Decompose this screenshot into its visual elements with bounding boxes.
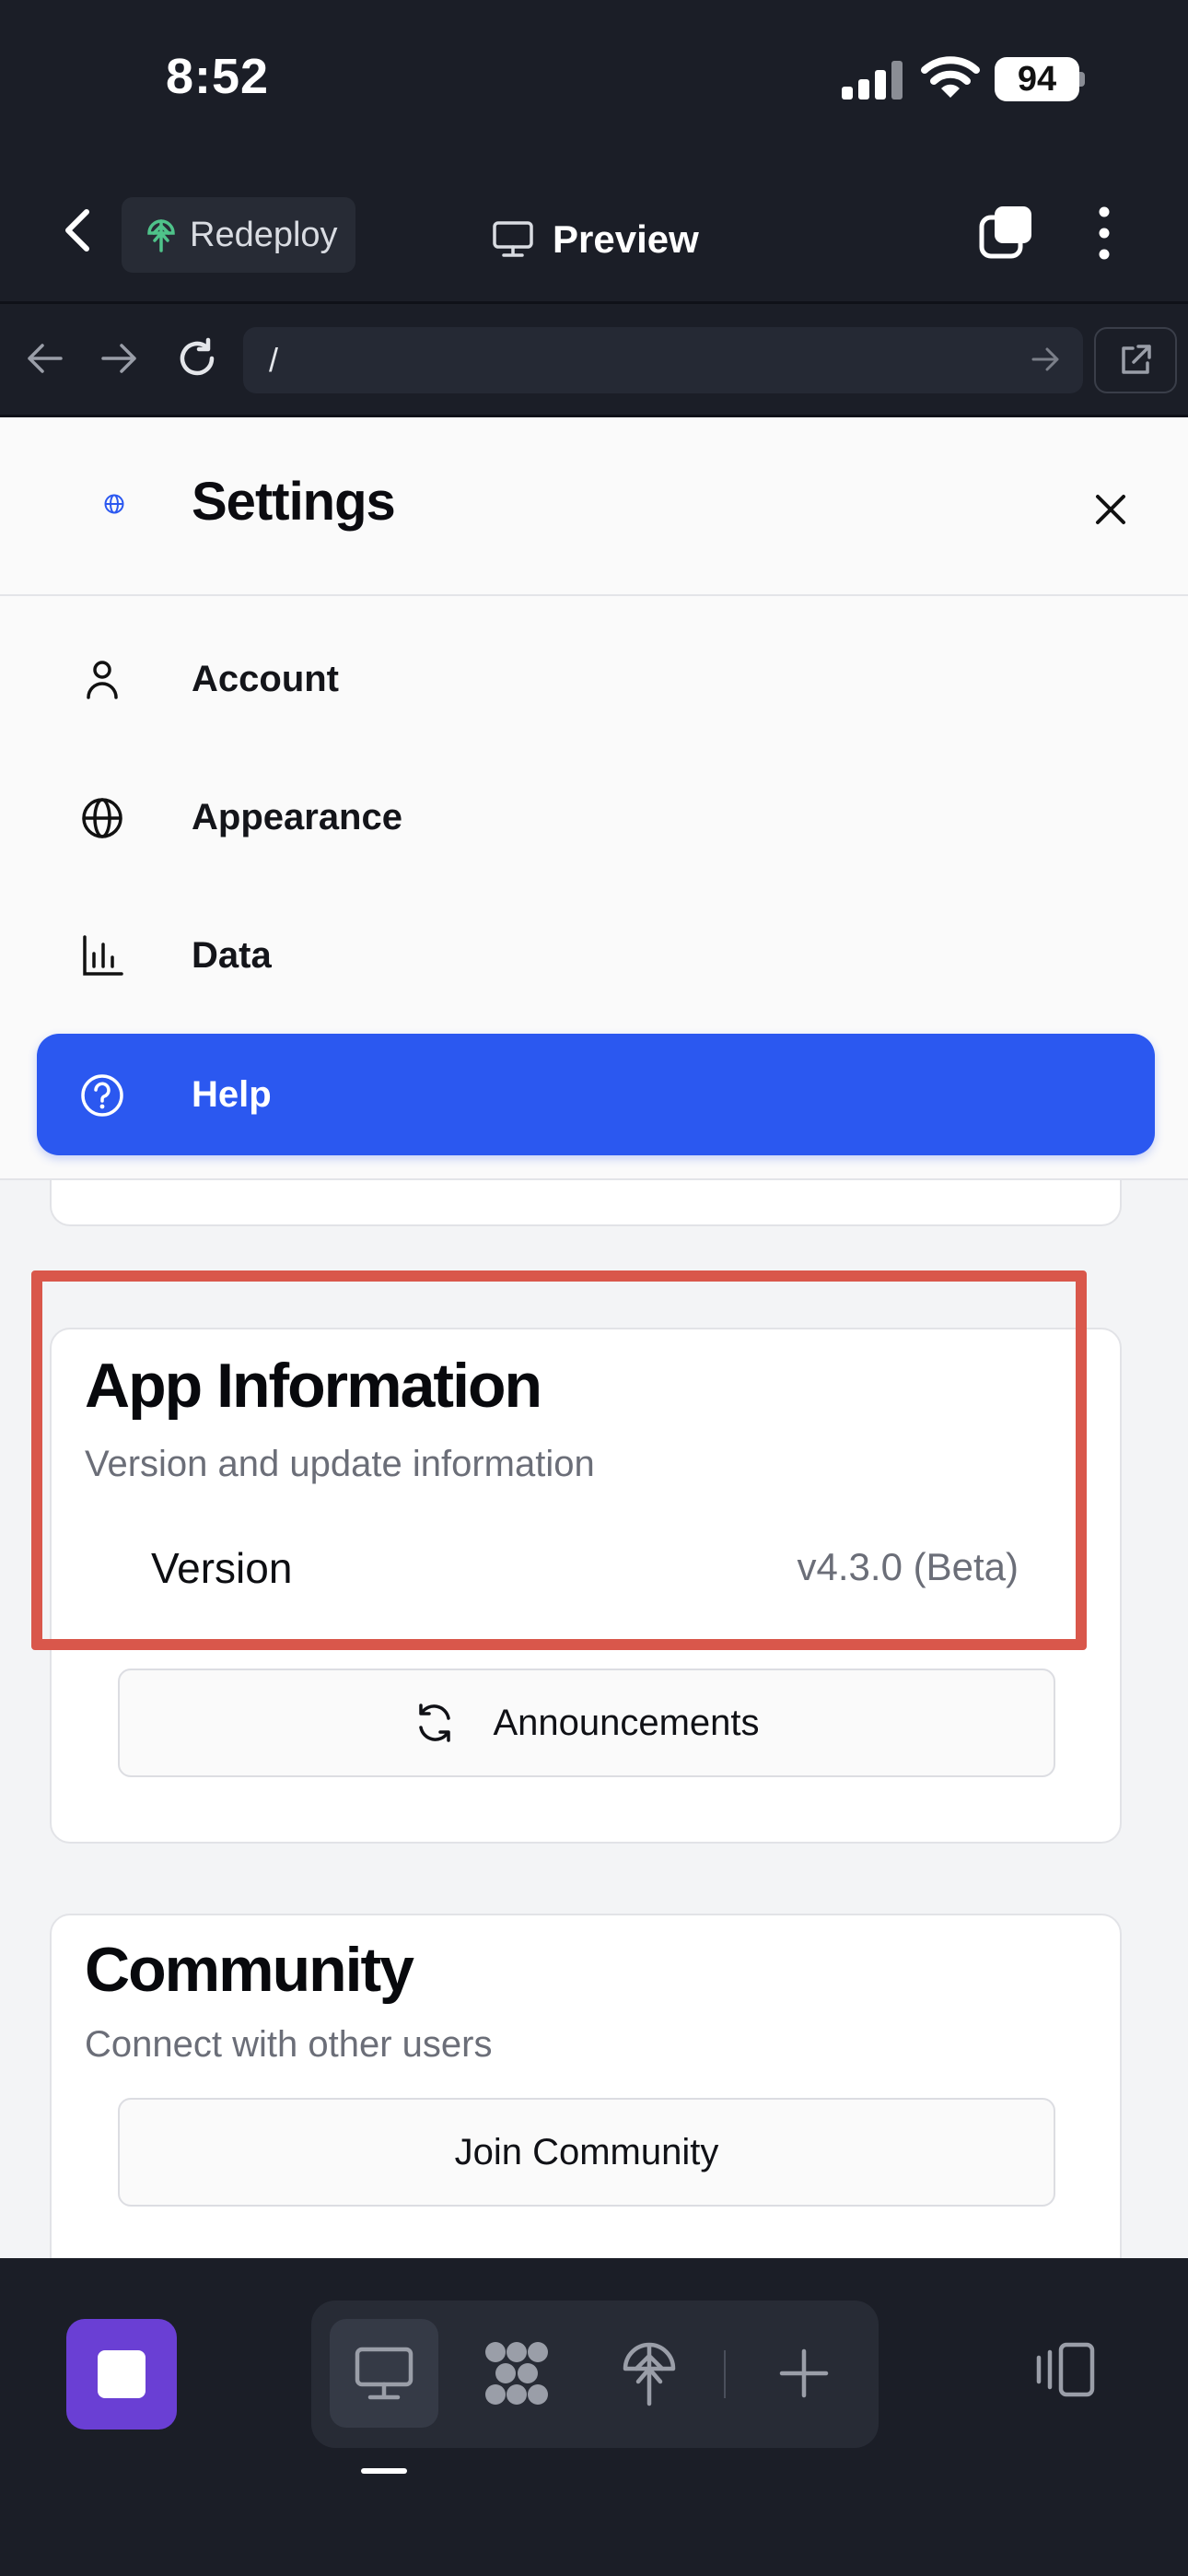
arrow-right-icon[interactable] xyxy=(99,340,140,377)
add-tool-button[interactable] xyxy=(750,2319,858,2428)
menu-account-label: Account xyxy=(192,658,339,699)
deploy-tool-button[interactable] xyxy=(595,2319,704,2428)
open-external-button[interactable] xyxy=(1094,327,1177,393)
url-input[interactable]: / xyxy=(243,327,1083,393)
workspace-tool-button[interactable] xyxy=(462,2319,571,2428)
community-subtitle: Connect with other users xyxy=(85,2024,493,2065)
settings-menu-data[interactable]: Data xyxy=(37,895,1155,1016)
user-icon xyxy=(87,661,118,699)
community-title: Community xyxy=(85,1935,414,2005)
refresh-icon xyxy=(419,1704,451,1742)
preview-tab[interactable]: Preview xyxy=(492,212,699,267)
battery-tip xyxy=(1079,72,1085,87)
go-arrow-icon[interactable] xyxy=(1030,344,1063,375)
globe-icon xyxy=(82,798,122,838)
status-time: 8:52 xyxy=(166,49,270,104)
help-circle-icon xyxy=(81,1074,123,1117)
preview-tool-button[interactable] xyxy=(330,2319,438,2428)
highlight-annotation xyxy=(31,1270,1087,1650)
join-community-button[interactable]: Join Community xyxy=(118,2098,1055,2207)
settings-menu-help[interactable]: Help xyxy=(37,1034,1155,1155)
deploy-icon xyxy=(623,2342,676,2406)
close-icon[interactable] xyxy=(1090,489,1131,530)
bottom-toolbar xyxy=(0,2258,1188,2576)
tool-divider xyxy=(724,2350,726,2398)
reload-icon[interactable] xyxy=(175,336,219,381)
previous-card-edge xyxy=(50,1173,1122,1226)
settings-menu-account[interactable]: Account xyxy=(37,618,1155,740)
settings-header: Settings xyxy=(0,417,1188,596)
join-community-label: Join Community xyxy=(454,2131,719,2172)
grid-blob-icon xyxy=(485,2342,548,2405)
app-header: Redeploy Preview xyxy=(0,157,1188,304)
announcements-button[interactable]: Announcements xyxy=(118,1669,1055,1777)
arrow-left-icon[interactable] xyxy=(24,340,64,377)
stop-icon xyxy=(98,2350,146,2398)
monitor-icon xyxy=(493,221,533,257)
settings-panel: Settings Account Appearance Data Help xyxy=(0,417,1188,1180)
preview-webview: App Information Version and update infor… xyxy=(0,417,1188,2258)
bar-chart-icon xyxy=(83,935,123,976)
menu-appearance-label: Appearance xyxy=(192,796,402,837)
more-vertical-icon[interactable] xyxy=(1090,205,1118,262)
redeploy-button[interactable]: Redeploy xyxy=(122,197,355,273)
globe-icon xyxy=(104,494,124,514)
status-bar: 8:52 94 xyxy=(0,0,1188,157)
deploy-icon xyxy=(147,219,175,252)
wifi-icon xyxy=(921,56,980,98)
tabs-icon[interactable] xyxy=(978,205,1035,262)
external-link-icon xyxy=(1122,345,1151,374)
browser-toolbar: / xyxy=(0,307,1188,417)
stop-button[interactable] xyxy=(66,2319,177,2430)
battery-indicator: 94 xyxy=(995,57,1079,101)
menu-help-label: Help xyxy=(192,1073,272,1115)
cellular-signal-icon xyxy=(842,61,903,100)
redeploy-label: Redeploy xyxy=(190,215,338,254)
settings-title: Settings xyxy=(192,472,396,532)
settings-menu-appearance[interactable]: Appearance xyxy=(37,756,1155,878)
menu-data-label: Data xyxy=(192,934,272,976)
active-tab-indicator xyxy=(361,2468,407,2474)
monitor-icon xyxy=(355,2347,413,2400)
plus-icon xyxy=(779,2348,829,2398)
community-card: Community Connect with other users Join … xyxy=(50,1914,1122,2258)
back-chevron-icon[interactable] xyxy=(57,205,99,256)
announcements-label: Announcements xyxy=(493,1702,760,1743)
preview-label: Preview xyxy=(553,217,699,261)
tool-group xyxy=(311,2301,879,2448)
layout-toggle-icon[interactable] xyxy=(1030,2341,1100,2398)
